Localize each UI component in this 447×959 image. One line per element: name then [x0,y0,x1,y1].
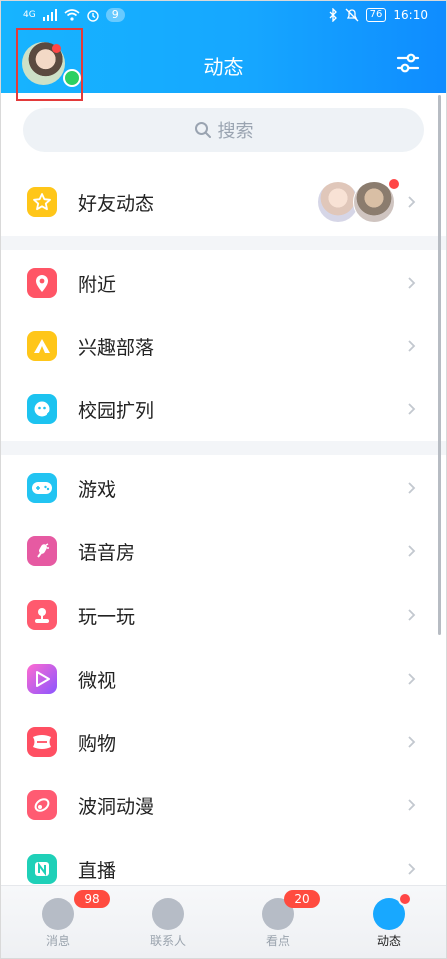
tab-messages-label: 消息 [45,934,70,948]
comic-icon [27,790,57,820]
scrollbar[interactable] [438,95,441,635]
search-placeholder: 搜索 [217,121,254,142]
bow-tie-icon [27,727,57,757]
messages-badge: 98 [74,890,110,908]
feed-notification-dot [398,892,412,906]
chevron-right-icon [408,673,416,685]
location-icon [27,268,57,298]
gamepad-icon [27,473,57,503]
signal-icon [42,9,57,21]
voice-room-item[interactable]: 语音房 [1,520,446,582]
search-bar[interactable]: 搜索 [23,108,424,152]
alarm-icon [87,10,99,22]
games-label: 游戏 [78,478,117,501]
campus-face-icon [27,394,57,424]
chevron-right-icon [408,196,416,208]
microphone-icon [27,536,57,566]
play-video-icon [27,664,57,694]
interest-tribe-label: 兴趣部落 [78,336,155,359]
interest-tribe-item[interactable]: 兴趣部落 [1,315,446,377]
play-item[interactable]: 玩一玩 [1,584,446,646]
tab-contacts-label: 联系人 [149,934,186,948]
chevron-right-icon [408,736,416,748]
shopping-item[interactable]: 购物 [1,711,446,773]
tab-watch[interactable]: 20 看点 [228,890,328,956]
friend-avatars [317,177,401,223]
bottom-tab-bar: 98 消息 联系人 20 看点 动态 [1,885,446,958]
comic-label: 波洞动漫 [78,795,155,818]
section-divider [1,441,446,455]
nearby-item[interactable]: 附近 [1,252,446,314]
chevron-right-icon [408,545,416,557]
clock: 16:10 [393,8,428,22]
app-screen: 4G 9 76 16:10 动态 搜索 好友动态 附近 兴趣部落 校园扩列 游戏… [0,0,447,959]
network-indicator: 4G [23,10,36,20]
chevron-right-icon [408,277,416,289]
shopping-label: 购物 [78,732,117,755]
new-feed-dot [387,177,401,191]
notification-count: 9 [105,8,125,22]
watch-badge: 20 [284,890,320,908]
chevron-right-icon [408,863,416,875]
weishi-label: 微视 [78,669,117,692]
tab-contacts[interactable]: 联系人 [118,892,218,956]
weishi-item[interactable]: 微视 [1,648,446,710]
section-divider [1,236,446,250]
games-item[interactable]: 游戏 [1,457,446,519]
chat-bubble-icon [42,898,74,930]
joystick-icon [27,600,57,630]
nearby-label: 附近 [78,273,117,296]
status-bar: 4G 9 76 16:10 [1,1,446,31]
chevron-right-icon [408,340,416,352]
tab-messages[interactable]: 98 消息 [8,890,110,956]
live-n-icon [27,854,57,884]
bluetooth-icon [329,8,337,22]
header-bar: 4G 9 76 16:10 动态 [1,1,446,101]
mute-icon [345,8,359,22]
voice-room-label: 语音房 [78,541,136,564]
campus-item[interactable]: 校园扩列 [1,378,446,440]
campus-label: 校园扩列 [78,399,155,422]
search-icon [194,122,211,138]
play-label: 玩一玩 [78,605,136,628]
wifi-icon [64,9,80,21]
person-icon [152,898,184,930]
battery-level: 76 [365,8,387,22]
live-label: 直播 [78,859,117,882]
tent-icon [27,331,57,361]
tab-feed-label: 动态 [376,934,401,948]
star-icon [27,187,57,217]
chevron-right-icon [408,403,416,415]
filter-settings-icon[interactable] [396,51,420,75]
chevron-right-icon [408,609,416,621]
chevron-right-icon [408,799,416,811]
friends-feed-label: 好友动态 [78,192,155,215]
tab-feed[interactable]: 动态 [339,892,439,956]
tab-watch-label: 看点 [265,934,290,948]
comic-item[interactable]: 波洞动漫 [1,774,446,836]
chevron-right-icon [408,482,416,494]
page-title: 动态 [203,55,244,79]
